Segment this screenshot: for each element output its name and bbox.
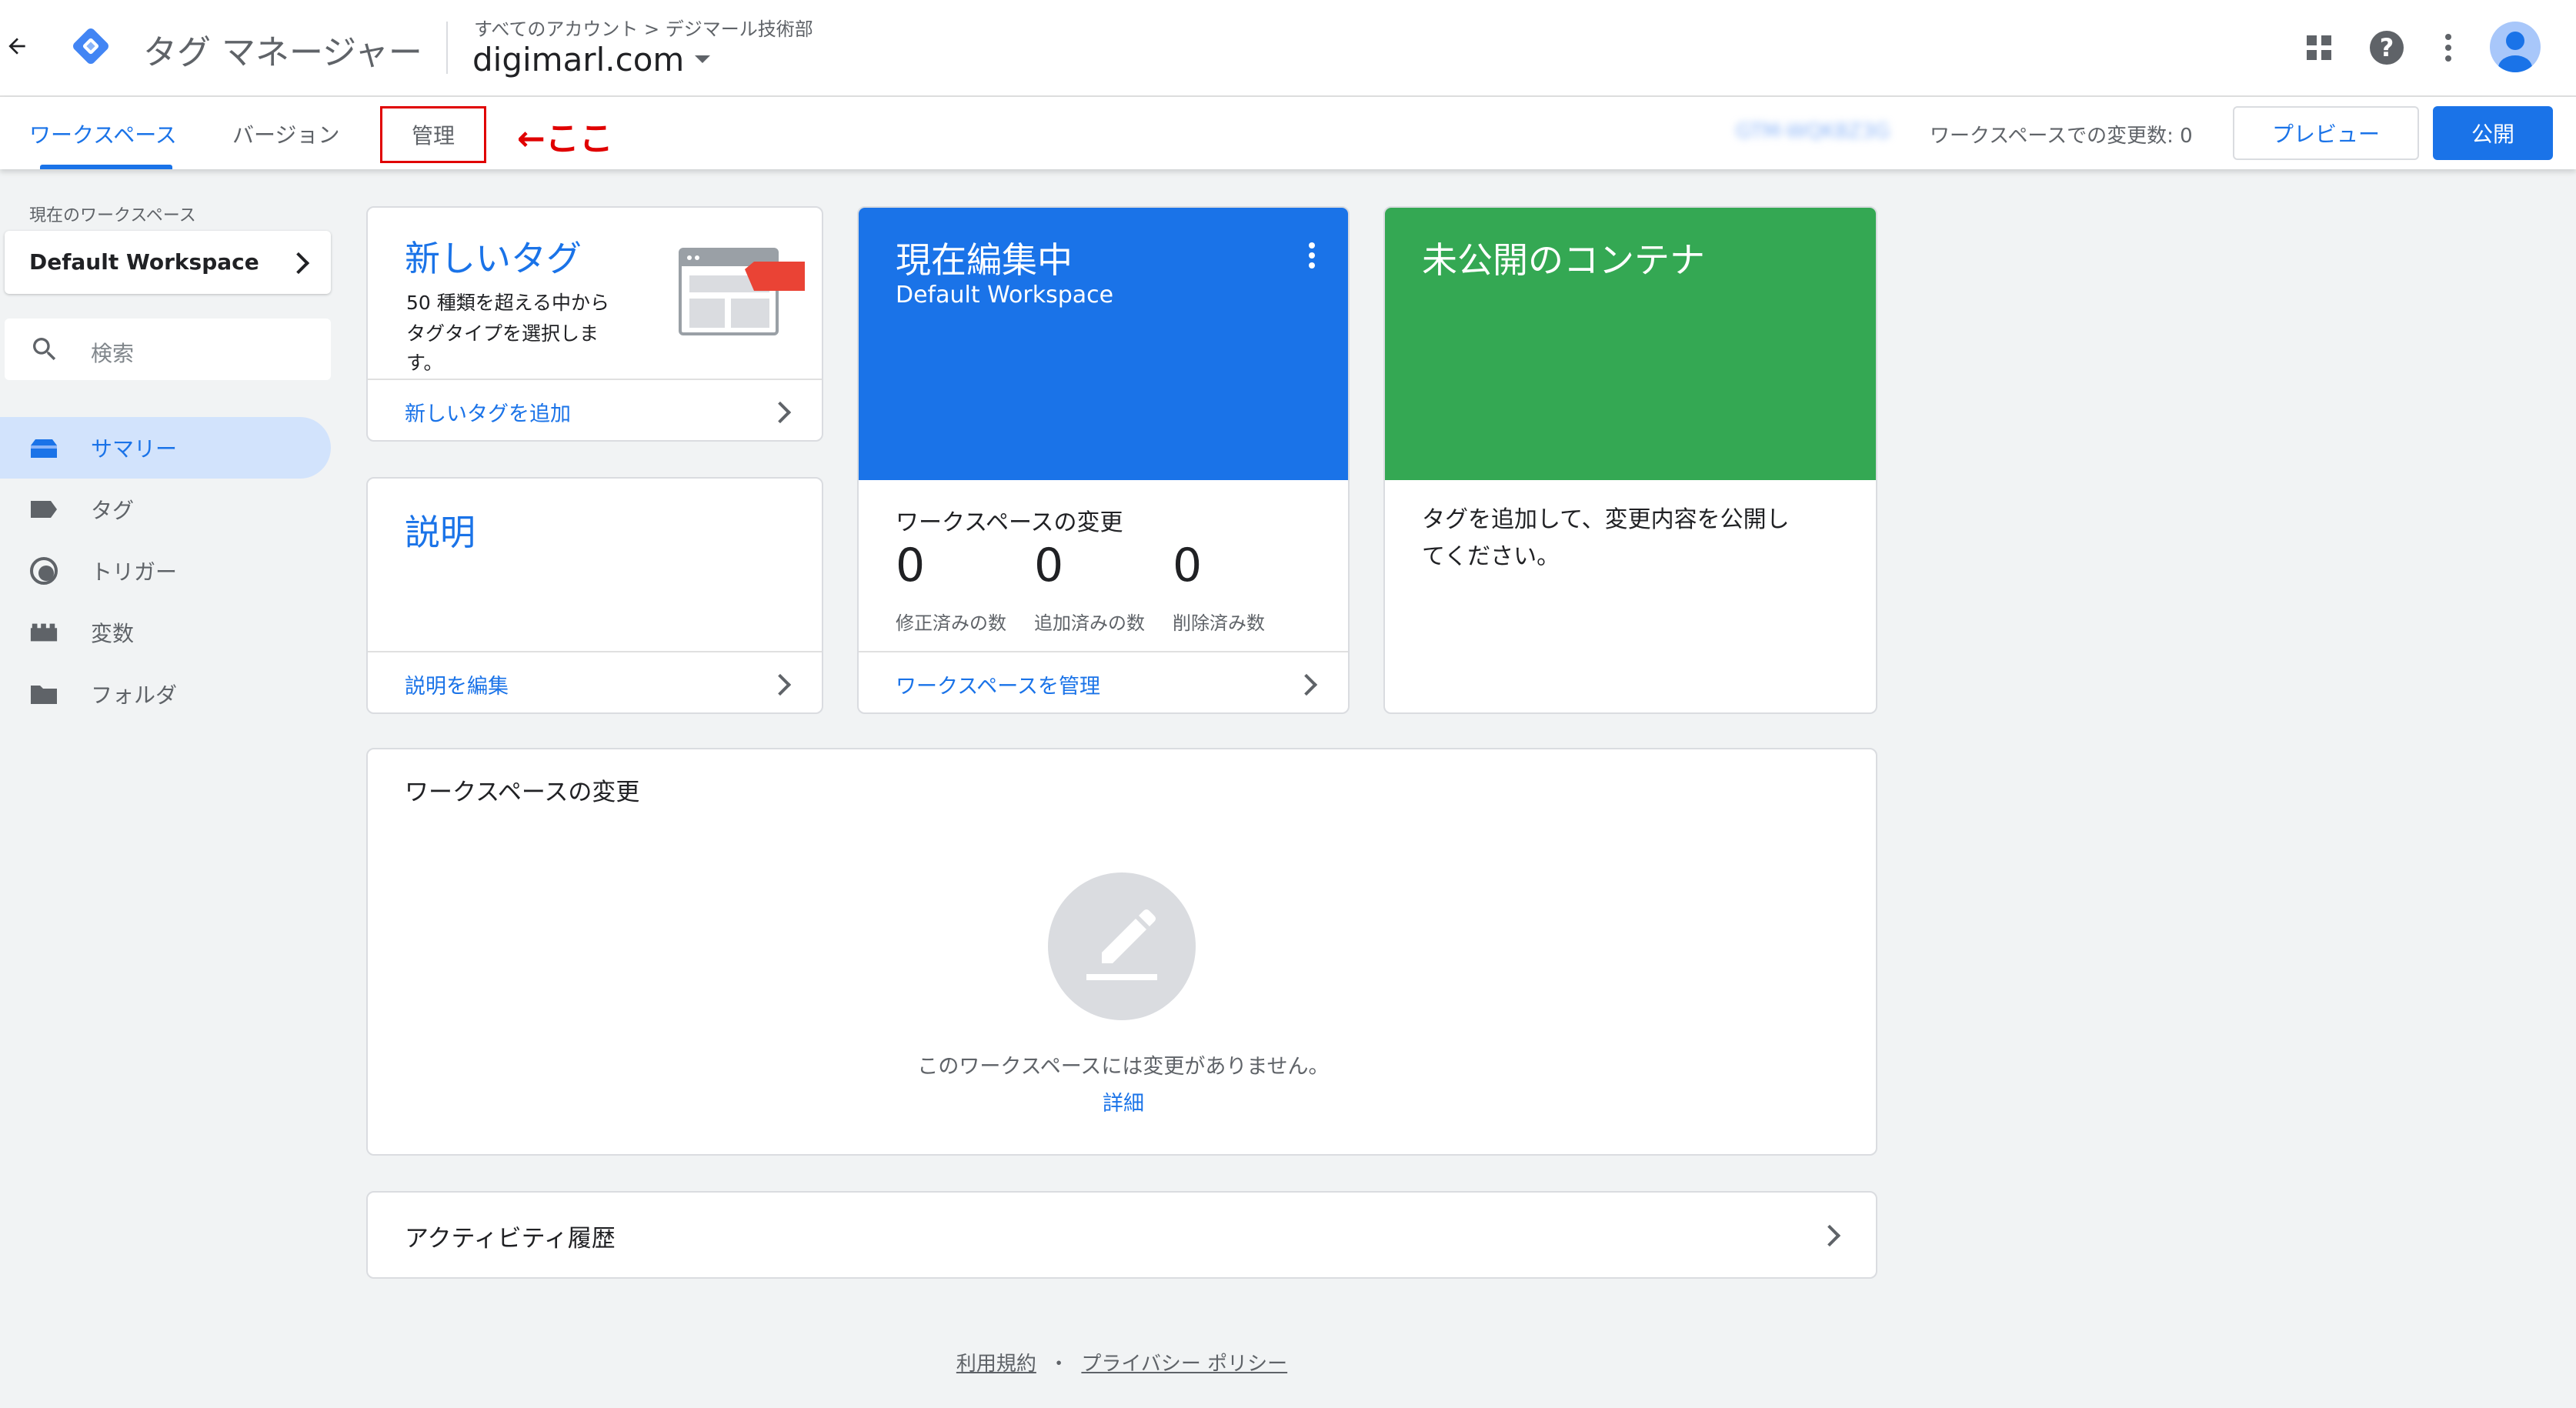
current-workspace-card: 現在編集中 Default Workspace ワークスペースの変更 0 0 0… bbox=[857, 206, 1350, 714]
container-name: digimarl.com bbox=[472, 40, 685, 78]
new-tag-desc-2: タグタイプを選択しま bbox=[406, 322, 599, 345]
modified-label: 修正済みの数 bbox=[896, 612, 1006, 634]
deleted-label: 削除済み数 bbox=[1173, 612, 1265, 634]
details-link-row: 詳細 bbox=[368, 1086, 1876, 1116]
activity-history-title: アクティビティ履歴 bbox=[405, 1225, 616, 1253]
workspace-changes-count: ワークスペースでの変更数: 0 bbox=[1930, 125, 2193, 148]
unpublished-container-card: 未公開のコンテナ タグを追加して、変更内容を公開し てください。 bbox=[1383, 206, 1877, 714]
chevron-right-icon bbox=[1818, 1224, 1841, 1247]
variable-icon bbox=[29, 618, 58, 647]
tab-admin[interactable]: 管理 bbox=[380, 106, 486, 163]
current-editing-title: 現在編集中 bbox=[896, 239, 1073, 281]
sidebar-item-label: トリガー bbox=[91, 559, 178, 585]
help-icon[interactable]: ? bbox=[2370, 31, 2404, 65]
details-link[interactable]: 詳細 bbox=[1103, 1092, 1144, 1116]
preview-button[interactable]: プレビュー bbox=[2233, 106, 2419, 160]
sub-navigation: ワークスペース バージョン 管理 ←ここ GTM-WQK8Z3G ワークスペース… bbox=[0, 97, 2576, 169]
activity-history-card[interactable]: アクティビティ履歴 bbox=[366, 1191, 1877, 1279]
more-vert-icon[interactable] bbox=[2441, 32, 2456, 63]
more-vert-icon[interactable] bbox=[1306, 242, 1317, 269]
description-title: 説明 bbox=[405, 512, 475, 553]
chevron-right-icon bbox=[1295, 673, 1318, 696]
summary-icon bbox=[29, 433, 58, 462]
back-arrow-icon[interactable] bbox=[5, 34, 29, 58]
added-label: 追加済みの数 bbox=[1034, 612, 1145, 634]
apps-grid-icon[interactable] bbox=[2305, 34, 2333, 62]
breadcrumb[interactable]: すべてのアカウント > デジマール技術部 bbox=[474, 14, 813, 41]
deleted-count: 0 bbox=[1173, 539, 1203, 592]
sidebar-search[interactable]: 検索 bbox=[5, 319, 331, 380]
description-card: 説明 説明を編集 bbox=[366, 477, 823, 714]
app-title: タグ マネージャー bbox=[143, 33, 422, 72]
container-id: GTM-WQK8Z3G bbox=[1736, 120, 1890, 143]
sidebar-item-label: タグ bbox=[91, 498, 135, 523]
new-tag-card: 新しいタグ 50 種類を超える中から タグタイプを選択しま す。 新しいタグを追… bbox=[366, 206, 823, 442]
workspace-changes-card: ワークスペースの変更 このワークスペースには変更がありません。 詳細 bbox=[366, 748, 1877, 1156]
sidebar-item-variables[interactable]: 変数 bbox=[0, 602, 331, 663]
edit-description-label: 説明を編集 bbox=[405, 675, 509, 699]
workspace-selector[interactable]: Default Workspace bbox=[5, 231, 331, 294]
caret-down-icon bbox=[695, 55, 711, 63]
tag-icon bbox=[29, 495, 58, 524]
search-placeholder: 検索 bbox=[91, 341, 135, 366]
sidebar-item-summary[interactable]: サマリー bbox=[0, 417, 331, 479]
privacy-link[interactable]: プライバシー ポリシー bbox=[1081, 1353, 1287, 1376]
no-changes-text: このワークスペースには変更がありません。 bbox=[917, 1055, 1330, 1079]
added-count: 0 bbox=[1034, 539, 1064, 592]
terms-link[interactable]: 利用規約 bbox=[956, 1353, 1036, 1376]
edit-description-link[interactable]: 説明を編集 bbox=[368, 652, 822, 712]
footer: 利用規約 ・ プライバシー ポリシー bbox=[0, 1348, 2244, 1376]
new-tag-desc-3: す。 bbox=[406, 352, 443, 374]
publish-button[interactable]: 公開 bbox=[2433, 106, 2553, 160]
container-selector[interactable]: digimarl.com bbox=[472, 38, 711, 80]
edit-pencil-icon bbox=[1048, 872, 1196, 1020]
account-avatar[interactable] bbox=[2490, 22, 2541, 72]
tag-illustration-icon bbox=[679, 248, 806, 337]
current-workspace-name: Default Workspace bbox=[896, 282, 1114, 309]
sidebar-item-folders[interactable]: フォルダ bbox=[0, 663, 331, 725]
unpublished-body-1: タグを追加して、変更内容を公開し bbox=[1422, 506, 1790, 533]
top-bar: タグ マネージャー すべてのアカウント > デジマール技術部 digimarl.… bbox=[0, 0, 2576, 97]
manage-workspace-link[interactable]: ワークスペースを管理 bbox=[859, 652, 1348, 712]
chevron-right-icon bbox=[769, 401, 792, 424]
workspace-changes-heading: ワークスペースの変更 bbox=[896, 509, 1123, 536]
add-new-tag-label: 新しいタグを追加 bbox=[405, 402, 571, 426]
sidebar-item-label: 変数 bbox=[91, 621, 135, 646]
chevron-right-icon bbox=[769, 673, 792, 696]
unpublished-title: 未公開のコンテナ bbox=[1422, 239, 1705, 281]
workspace-caption: 現在のワークスペース bbox=[29, 206, 196, 225]
manage-workspace-label: ワークスペースを管理 bbox=[896, 675, 1100, 699]
unpublished-body-2: てください。 bbox=[1422, 543, 1560, 570]
tab-workspace-indicator bbox=[40, 165, 172, 169]
add-new-tag-link[interactable]: 新しいタグを追加 bbox=[368, 380, 822, 440]
trigger-icon bbox=[29, 556, 58, 586]
new-tag-desc-1: 50 種類を超える中から bbox=[406, 292, 610, 314]
sidebar-item-label: サマリー bbox=[91, 436, 178, 462]
annotation-arrow: ←ここ bbox=[517, 119, 613, 158]
new-tag-title[interactable]: 新しいタグ bbox=[405, 231, 582, 282]
current-workspace-header: 現在編集中 Default Workspace bbox=[859, 208, 1348, 480]
workspace-changes-title: ワークスペースの変更 bbox=[405, 779, 640, 806]
footer-separator: ・ bbox=[1049, 1353, 1069, 1376]
sidebar-item-triggers[interactable]: トリガー bbox=[0, 540, 331, 602]
modified-count: 0 bbox=[896, 539, 926, 592]
sidebar-item-label: フォルダ bbox=[91, 682, 178, 708]
header-divider bbox=[446, 22, 448, 74]
tab-workspace[interactable]: ワークスペース bbox=[29, 118, 177, 149]
unpublished-header: 未公開のコンテナ bbox=[1385, 208, 1876, 480]
sidebar-item-tags[interactable]: タグ bbox=[0, 479, 331, 540]
tab-versions[interactable]: バージョン bbox=[232, 118, 339, 149]
search-icon bbox=[29, 334, 60, 365]
tab-admin-label: 管理 bbox=[411, 123, 455, 148]
workspace-selector-label: Default Workspace bbox=[29, 249, 259, 275]
chevron-right-icon bbox=[287, 252, 310, 275]
folder-icon bbox=[29, 679, 58, 709]
gtm-logo-icon bbox=[66, 22, 115, 71]
